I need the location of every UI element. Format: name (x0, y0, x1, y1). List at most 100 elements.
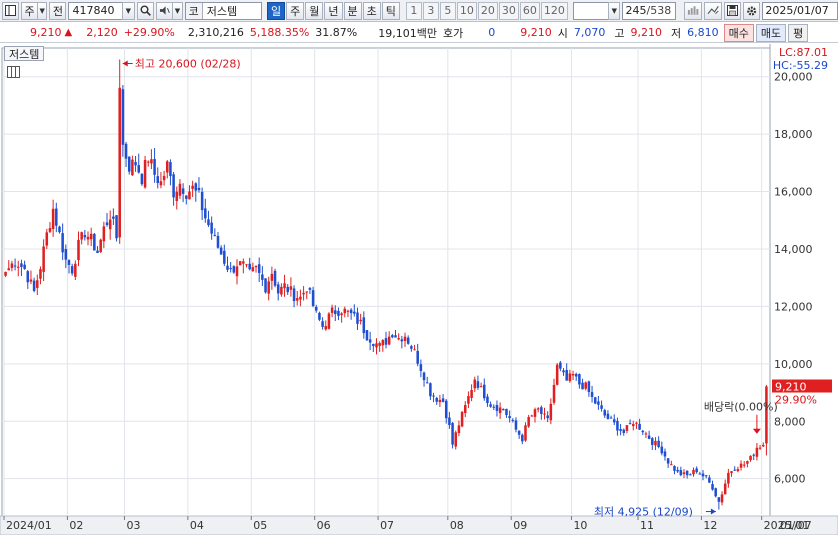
candle-body (708, 477, 711, 483)
candle-body (36, 280, 39, 288)
candle-body (603, 410, 607, 416)
sell-button[interactable]: 매도 (755, 23, 787, 42)
high-price: 9,210 (630, 26, 662, 39)
candle-body (280, 286, 283, 295)
prev-button[interactable]: 전 (49, 1, 67, 20)
market-selector[interactable]: 주 (21, 1, 38, 20)
volume: 2,310,216 (187, 26, 244, 39)
hoga-label: 호가 (442, 26, 464, 40)
view-count-field[interactable]: 245 /538 (622, 1, 676, 20)
candle-body (467, 396, 470, 404)
speaker-icon[interactable] (155, 1, 174, 20)
trade-amount: 19,101백만 (378, 26, 437, 40)
candle-body (20, 263, 23, 267)
candle-body (314, 306, 318, 311)
interval-button[interactable]: 1 (405, 1, 422, 20)
period-tab-year[interactable]: 년 (324, 1, 343, 20)
period-tab-second[interactable]: 초 (362, 1, 381, 20)
interval-label: 3 (427, 4, 435, 17)
buy-button[interactable]: 매수 (723, 23, 754, 42)
save-icon[interactable] (724, 1, 742, 20)
candle-body (590, 392, 594, 397)
date-field[interactable]: 2025/01/07 (762, 1, 838, 20)
x-tick-label: 12 (703, 519, 717, 532)
open-price: 7,070 (573, 26, 606, 39)
gear-icon[interactable] (743, 1, 761, 20)
open-label: 시 (557, 26, 568, 40)
crosshair-icon[interactable] (683, 1, 702, 20)
candle-body (524, 425, 527, 441)
interval-button[interactable]: 120 (540, 1, 568, 20)
candle-body (29, 279, 33, 282)
period-tab-tick[interactable]: 틱 (381, 1, 400, 20)
layout-icon[interactable] (2, 1, 19, 20)
candle-body (444, 400, 448, 419)
interval-button[interactable]: 60 (519, 1, 540, 20)
candle-body (99, 239, 102, 253)
turnover: 31.87% (315, 26, 358, 39)
candle-body (359, 319, 362, 322)
candle-body (150, 159, 153, 164)
candle-body (492, 406, 496, 408)
extra-button[interactable]: 평 (788, 23, 809, 42)
prev-label: 전 (52, 4, 64, 18)
hc-indicator: HC:-55.29 (772, 59, 828, 72)
y-tick-label: 8,000 (774, 415, 806, 428)
chevron-down-icon[interactable]: ▼ (172, 1, 183, 20)
y-axis-panel (770, 44, 838, 535)
candle-body (413, 349, 416, 351)
stock-code-value: 417840 (72, 4, 115, 17)
candle-body (102, 226, 106, 242)
search-icon[interactable] (136, 1, 154, 20)
drawing-tool-icon[interactable] (703, 1, 723, 20)
candle-body (663, 451, 667, 457)
candle-body (232, 266, 236, 273)
period-tab-day[interactable]: 일 (267, 1, 286, 20)
interval-button[interactable]: 30 (498, 1, 519, 20)
period-tab-month[interactable]: 월 (305, 1, 324, 20)
x-tick-label: 08 (450, 519, 464, 532)
candle-body (670, 464, 673, 466)
grid-icon[interactable] (7, 66, 20, 78)
candle-body (587, 381, 591, 393)
interval-input[interactable] (572, 1, 610, 20)
candle-body (4, 271, 7, 276)
candle-body (185, 195, 188, 199)
stock-name-field[interactable]: 코 저스템 (184, 1, 262, 20)
candle-body (736, 469, 740, 472)
candle-body (175, 191, 179, 202)
candle-body (657, 440, 660, 447)
chart-canvas[interactable]: 6,000 8,000 10,000 12,000 14,000 16,000 18,000… (0, 44, 838, 535)
candle-body (441, 398, 445, 402)
candle-body (261, 274, 264, 280)
extra-label: 평 (793, 26, 804, 40)
interval-button[interactable]: 20 (477, 1, 498, 20)
interval-button[interactable]: 5 (439, 1, 456, 20)
period-tab-minute[interactable]: 분 (343, 1, 362, 20)
candle-body (625, 425, 629, 431)
candle-body (213, 234, 217, 236)
candle-body (299, 296, 302, 300)
candle-body (172, 174, 175, 198)
period-tab-label: 초 (366, 4, 377, 18)
chevron-down-icon[interactable]: ▼ (608, 1, 621, 20)
chevron-down-icon[interactable]: ▼ (121, 1, 135, 20)
candle-body (162, 175, 166, 181)
stock-code-input[interactable]: 417840 (68, 1, 123, 20)
candle-body (346, 310, 350, 312)
candle-body (55, 208, 58, 226)
candle-body (701, 473, 705, 477)
candle-body (16, 266, 20, 268)
period-tab-week[interactable]: 주 (286, 1, 305, 20)
candle-body (188, 191, 191, 200)
interval-button[interactable]: 10 (456, 1, 477, 20)
chevron-down-icon[interactable]: ▼ (37, 1, 48, 20)
candle-body (749, 455, 752, 461)
candlestick-chart[interactable]: 6,000 8,000 10,000 12,000 14,000 16,000 18,000… (0, 44, 838, 535)
candle-body (568, 373, 572, 382)
candle-body (527, 417, 530, 427)
interval-button[interactable]: 3 (422, 1, 439, 20)
candle-body (562, 370, 565, 373)
high-annotation: 최고 20,600 (02/28) (135, 57, 241, 70)
candle-body (410, 346, 413, 349)
